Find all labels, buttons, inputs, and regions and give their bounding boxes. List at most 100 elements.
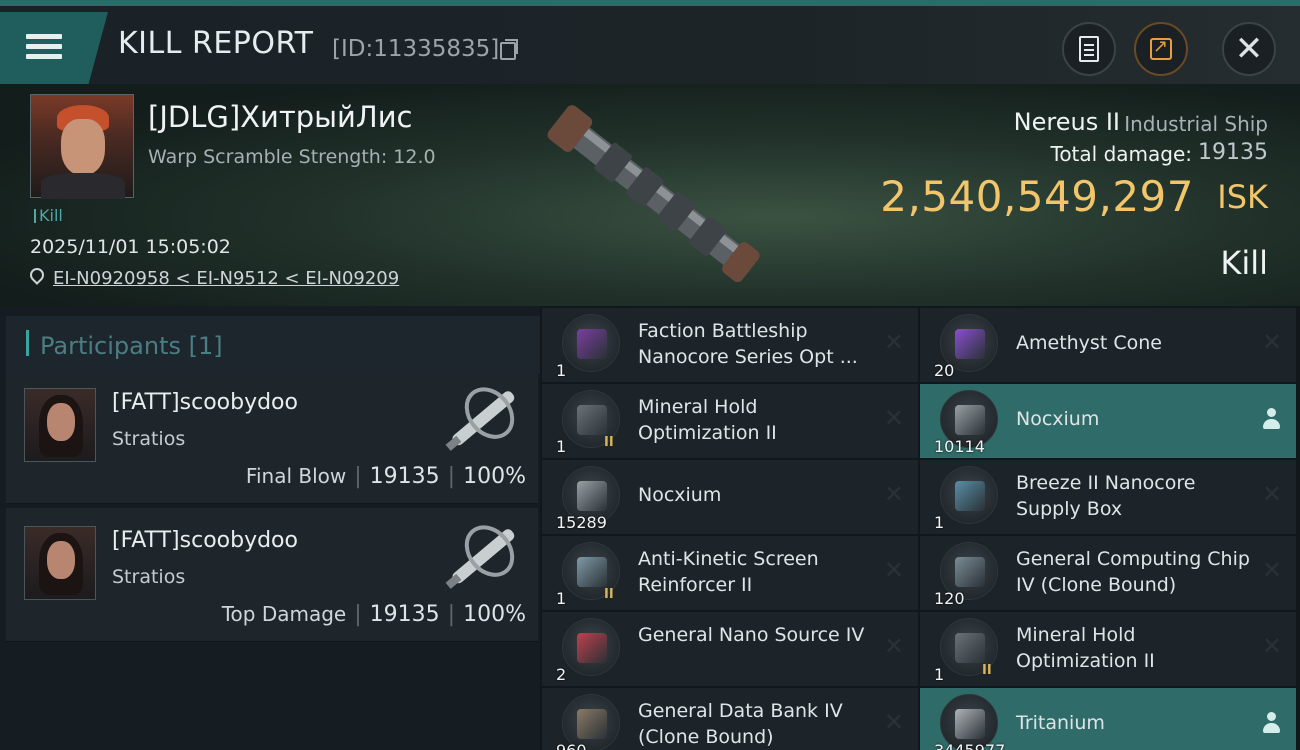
destroyed-mark-icon: ✕: [883, 708, 904, 736]
supply-box-icon: [940, 466, 998, 524]
item-icon-shape: [955, 405, 985, 435]
warp-scramble-strength: Warp Scramble Strength: 12.0: [148, 146, 436, 168]
item-tier-badge: II: [604, 435, 614, 450]
item-quantity: 2: [556, 665, 567, 684]
destroyed-mark-icon: ✕: [1261, 480, 1282, 508]
item-icon-shape: [955, 329, 985, 359]
clipboard-icon: [1079, 36, 1099, 62]
item-name: Nocxium: [1016, 408, 1100, 430]
participants-title: Participants [1]: [40, 332, 223, 360]
item-icon-shape: [577, 557, 607, 587]
item-quantity: 120: [934, 589, 965, 608]
dropped-items-grid: 1 Faction Battleship Nanocore Series Opt …: [540, 306, 1300, 750]
item-quantity: 1: [556, 437, 567, 456]
participant-avatar[interactable]: [24, 526, 96, 600]
item-cell[interactable]: 3445977 Tritanium: [920, 688, 1296, 750]
kill-datetime: 2025/11/01 15:05:02: [30, 236, 231, 258]
share-icon: [1150, 36, 1172, 60]
item-quantity: 1: [556, 589, 567, 608]
close-icon: ✕: [1234, 29, 1264, 69]
item-cell[interactable]: 1 II Anti-Kinetic Screen Reinforcer II ✕: [542, 536, 918, 610]
item-cell[interactable]: 20 Amethyst Cone ✕: [920, 308, 1296, 382]
item-icon-shape: [577, 481, 607, 511]
item-icon-shape: [955, 633, 985, 663]
avatar-face: [47, 403, 75, 441]
item-quantity: 10114: [934, 437, 985, 456]
item-name: Faction Battleship Nanocore Series Opt .…: [638, 320, 858, 368]
destroyed-mark-icon: ✕: [883, 404, 904, 432]
item-cell[interactable]: 120 General Computing Chip IV (Clone Boun…: [920, 536, 1296, 610]
participant-ship-image: [445, 525, 515, 589]
item-icon-shape: [955, 481, 985, 511]
item-quantity: 15289: [556, 513, 607, 532]
destroyed-mark-icon: ✕: [1261, 632, 1282, 660]
participant-avatar[interactable]: [24, 388, 96, 462]
destroyed-mark-icon: ✕: [883, 632, 904, 660]
portrait-face: [61, 119, 105, 175]
item-quantity: 20: [934, 361, 955, 380]
participant-ship: Stratios: [112, 428, 186, 450]
item-quantity: 960: [556, 741, 587, 750]
item-quantity: 1: [934, 665, 945, 684]
avatar-face: [47, 541, 75, 579]
item-cell[interactable]: 960 General Data Bank IV (Clone Bound) ✕: [542, 688, 918, 750]
participant-ship-image: [445, 387, 515, 451]
participant-role: Final Blow: [245, 464, 347, 488]
item-cell[interactable]: 10114 Nocxium: [920, 384, 1296, 458]
stat-separator: |: [354, 464, 362, 489]
stat-separator: |: [447, 464, 456, 489]
kill-result: Kill: [1220, 244, 1268, 282]
close-button[interactable]: ✕: [1222, 22, 1276, 76]
victim-ship-image: [547, 105, 760, 283]
stat-separator: |: [447, 602, 456, 627]
destroyed-mark-icon: ✕: [883, 480, 904, 508]
item-cell[interactable]: 1 II Mineral Hold Optimization II ✕: [920, 612, 1296, 686]
item-name: Breeze II Nanocore Supply Box: [1016, 472, 1196, 520]
participants-header: Participants [1]: [6, 316, 540, 374]
menu-button[interactable]: [0, 12, 108, 84]
page-title: KILL REPORT: [118, 26, 314, 61]
item-icon-shape: [577, 633, 607, 663]
participant-row[interactable]: [FATT]scoobydoo Stratios Final Blow | 1913…: [6, 370, 538, 504]
destroyed-mark-icon: ✕: [1261, 556, 1282, 584]
person-icon[interactable]: [1262, 712, 1280, 734]
participant-role: Top Damage: [221, 602, 347, 626]
item-cell[interactable]: 1 II Mineral Hold Optimization II ✕: [542, 384, 918, 458]
participant-ship: Stratios: [112, 566, 186, 588]
item-name: General Computing Chip IV (Clone Bound): [1016, 548, 1250, 596]
item-icon-shape: [577, 405, 607, 435]
destroyed-mark-icon: ✕: [883, 556, 904, 584]
total-damage-value: 19135: [1198, 140, 1268, 165]
copy-icon[interactable]: [500, 39, 518, 60]
item-name: Tritanium: [1016, 712, 1105, 734]
menu-icon-bar: [26, 44, 62, 49]
participant-name[interactable]: [FATT]scoobydoo: [112, 390, 298, 415]
share-button[interactable]: [1134, 22, 1188, 76]
ship-name: Nereus II: [1013, 108, 1120, 136]
total-damage-label: Total damage:: [1050, 142, 1193, 166]
participant-damage: 19135: [369, 602, 440, 627]
item-icon-shape: [577, 329, 607, 359]
participant-percent: 100%: [463, 602, 526, 627]
item-cell[interactable]: 15289 Nocxium ✕: [542, 460, 918, 534]
clipboard-button[interactable]: [1062, 22, 1116, 76]
location-link[interactable]: EI-N0920958 < EI-N9512 < EI-N09209: [53, 268, 399, 289]
report-id: [ID:11335835]: [332, 36, 500, 62]
destroyed-mark-icon: ✕: [1261, 328, 1282, 356]
item-cell[interactable]: 2 General Nano Source IV ✕: [542, 612, 918, 686]
item-name: Amethyst Cone: [1016, 332, 1162, 354]
participants-panel: Participants [1] [FATT]scoobydoo Stratio…: [0, 306, 540, 750]
person-icon[interactable]: [1262, 408, 1280, 430]
participant-name[interactable]: [FATT]scoobydoo: [112, 528, 298, 553]
item-name: General Nano Source IV: [638, 624, 865, 646]
participant-row[interactable]: [FATT]scoobydoo Stratios Top Damage | 1913…: [6, 508, 538, 642]
item-icon-shape: [577, 709, 607, 739]
item-cell[interactable]: 1 Breeze II Nanocore Supply Box ✕: [920, 460, 1296, 534]
victim-name[interactable]: [JDLG]ХитрыйЛис: [148, 100, 413, 134]
item-name: Anti-Kinetic Screen Reinforcer II: [638, 548, 819, 596]
top-bar: KILL REPORT [ID:11335835] ✕: [0, 0, 1300, 84]
victim-portrait[interactable]: [30, 94, 134, 199]
header-accent: [26, 330, 29, 356]
isk-value: 2,540,549,297: [880, 172, 1194, 221]
item-cell[interactable]: 1 Faction Battleship Nanocore Series Opt …: [542, 308, 918, 382]
